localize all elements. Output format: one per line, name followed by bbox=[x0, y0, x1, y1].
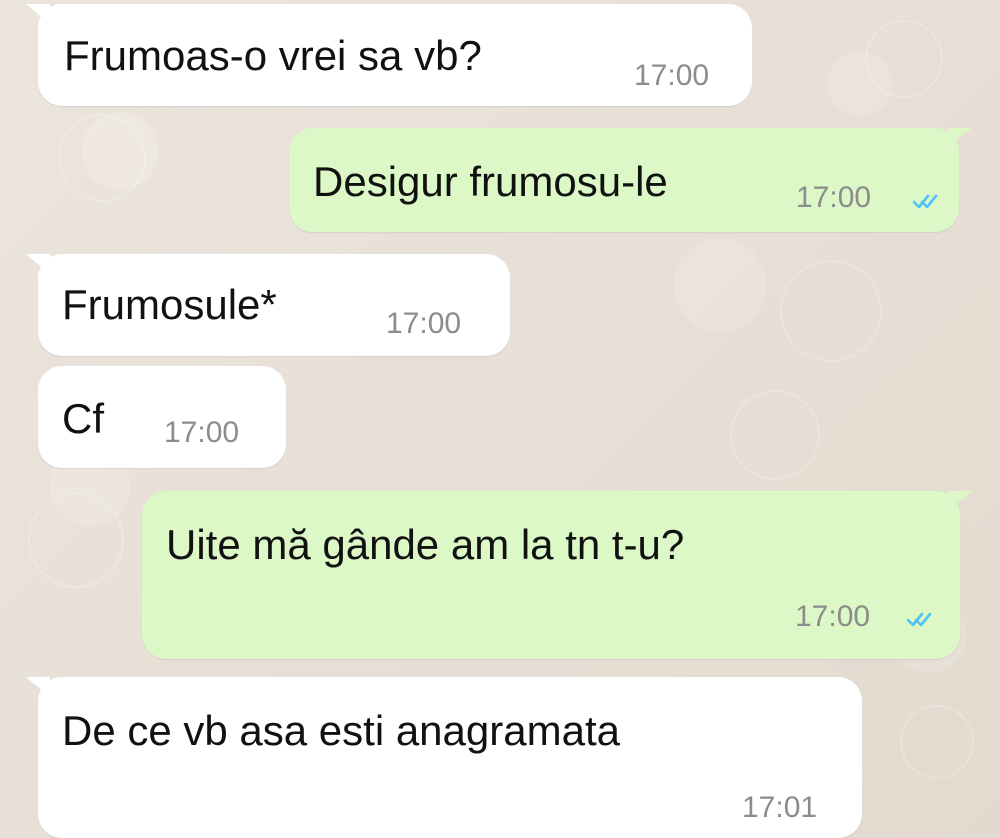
message-text: Uite mă gânde am la tn t-u? bbox=[166, 521, 685, 568]
message-text: De ce vb asa esti anagramata bbox=[62, 707, 620, 754]
message-timestamp: 17:00 bbox=[634, 59, 710, 92]
incoming-message-bubble[interactable]: Frumoas-o vrei sa vb? 17:00 bbox=[38, 4, 752, 106]
outgoing-message-bubble[interactable]: Uite mă gânde am la tn t-u? 17:00 bbox=[142, 491, 960, 659]
message-timestamp: 17:00 bbox=[164, 416, 240, 449]
message-text: Cf bbox=[62, 395, 104, 442]
background-doodle bbox=[900, 705, 974, 779]
double-check-icon bbox=[906, 612, 932, 627]
message-timestamp: 17:00 bbox=[795, 600, 871, 633]
double-check-icon bbox=[912, 194, 938, 209]
message-text: Frumosule* bbox=[62, 281, 277, 328]
background-doodle bbox=[865, 20, 943, 98]
message-timestamp: 17:00 bbox=[386, 307, 462, 340]
message-timestamp: 17:01 bbox=[742, 791, 818, 824]
background-doodle bbox=[730, 390, 820, 480]
incoming-message-bubble[interactable]: De ce vb asa esti anagramata 17:01 bbox=[38, 677, 862, 838]
background-doodle bbox=[58, 114, 146, 202]
message-text: Desigur frumosu-le bbox=[313, 158, 668, 205]
message-text: Frumoas-o vrei sa vb? bbox=[64, 32, 482, 79]
incoming-message-bubble[interactable]: Cf 17:00 bbox=[38, 366, 286, 468]
outgoing-message-bubble[interactable]: Desigur frumosu-le 17:00 bbox=[289, 128, 959, 232]
background-doodle bbox=[780, 260, 882, 362]
incoming-message-bubble[interactable]: Frumosule* 17:00 bbox=[38, 254, 510, 356]
message-timestamp: 17:00 bbox=[796, 181, 872, 214]
background-doodle bbox=[28, 492, 124, 588]
